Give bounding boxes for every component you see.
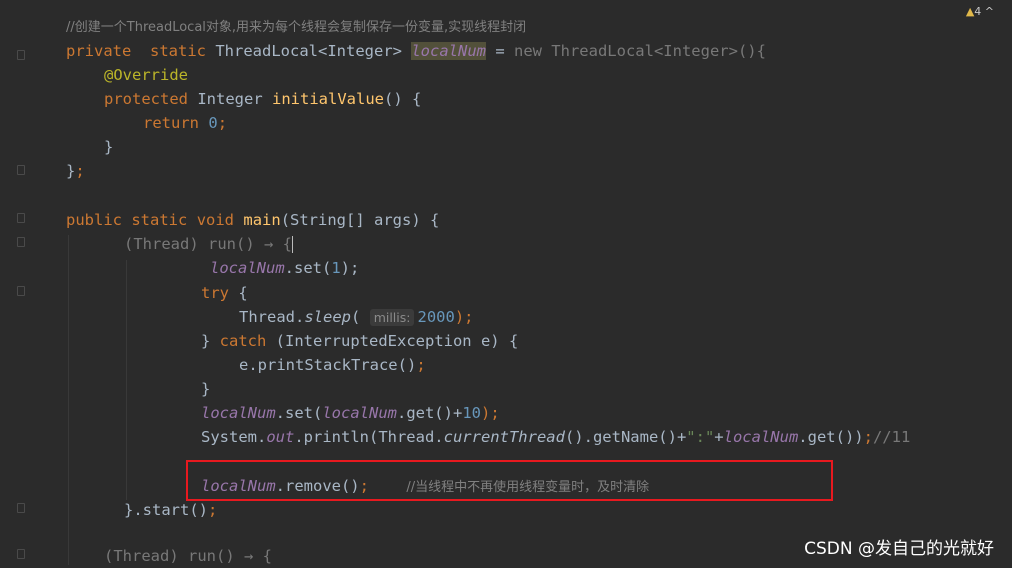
- text-cursor: [291, 236, 293, 253]
- keyword: protected: [104, 90, 188, 108]
- field-reference[interactable]: localNum: [210, 259, 285, 277]
- code-line[interactable]: private static ThreadLocal<Integer> loca…: [66, 39, 766, 63]
- semicolon: ;: [75, 162, 85, 180]
- code-line[interactable]: }: [201, 377, 210, 401]
- code-line[interactable]: protected Integer initialValue() {: [104, 87, 421, 111]
- code-line[interactable]: (Thread) run() → {: [124, 232, 293, 256]
- number: 1: [331, 259, 341, 277]
- code-line[interactable]: e.printStackTrace();: [239, 353, 426, 377]
- code-text: .set(: [275, 404, 323, 422]
- field-reference[interactable]: out: [266, 428, 294, 446]
- fold-marker-icon[interactable]: [17, 237, 25, 247]
- number: 10: [462, 404, 481, 422]
- annotation: @Override: [104, 66, 188, 84]
- method-name: initialValue: [272, 90, 384, 108]
- code-text: .get()): [798, 428, 864, 446]
- comment: //创建一个ThreadLocal对象,用来为每个线程会复制保存一份变量,实现线…: [66, 20, 527, 35]
- keyword: void: [196, 211, 235, 229]
- comment: //11: [872, 428, 911, 446]
- fold-marker-icon[interactable]: [17, 286, 25, 296]
- keyword: public: [66, 211, 122, 229]
- code-line[interactable]: Thread.sleep( millis: 2000);: [239, 305, 473, 329]
- semicolon: ;: [863, 428, 873, 446]
- keyword: catch: [219, 332, 267, 350]
- code-line[interactable]: }.start();: [124, 498, 217, 522]
- folded-lambda[interactable]: (Thread) run() → {: [124, 235, 292, 253]
- brace: }: [104, 138, 114, 156]
- code-line[interactable]: System.out.println(Thread.currentThread(…: [201, 425, 910, 449]
- fold-marker-icon[interactable]: [17, 549, 25, 559]
- code-text: ().getName()+: [564, 428, 687, 446]
- keyword: static: [131, 211, 188, 229]
- code-text: );: [454, 308, 474, 326]
- red-highlight-box: [186, 460, 833, 501]
- string-literal: ":": [686, 428, 715, 446]
- field-reference[interactable]: localNum: [411, 42, 486, 60]
- parameter-hint: millis:: [369, 309, 415, 326]
- code-text: );: [480, 404, 500, 422]
- code-line[interactable]: } catch (InterruptedException e) {: [201, 329, 518, 353]
- keyword: static: [150, 42, 206, 60]
- code-line[interactable]: try {: [201, 281, 248, 305]
- semicolon: ;: [208, 501, 218, 519]
- indent-guide: [126, 260, 127, 500]
- fold-marker-icon[interactable]: [17, 165, 25, 175]
- fold-marker-icon[interactable]: [17, 213, 25, 223]
- method-name: main: [243, 211, 281, 229]
- operator: =: [485, 42, 514, 60]
- code-line[interactable]: localNum.set(localNum.get()+10);: [201, 401, 500, 425]
- code-line[interactable]: @Override: [104, 63, 188, 87]
- code-text: () {: [383, 90, 422, 108]
- code-text: {: [229, 284, 248, 302]
- editor-gutter: [0, 0, 42, 565]
- brace: }: [201, 332, 220, 350]
- indent-guide: [68, 235, 69, 565]
- field-reference[interactable]: localNum: [201, 404, 276, 422]
- number: 2000: [417, 308, 455, 326]
- warning-count: 4: [974, 5, 982, 18]
- code-editor[interactable]: ▲4 ^ //创建一个ThreadLocal对象,用来为每个线程会复制保存一份变…: [0, 0, 1012, 565]
- watermark: CSDN @发自己的光就好: [804, 539, 994, 559]
- anonymous-class: new ThreadLocal<Integer>(){: [513, 42, 766, 60]
- brace: }: [66, 162, 76, 180]
- method-name: sleep: [304, 308, 351, 326]
- fold-marker-icon[interactable]: [17, 50, 25, 60]
- semicolon: ;: [217, 114, 228, 132]
- inspection-widget[interactable]: ▲4 ^: [966, 5, 994, 18]
- folded-lambda[interactable]: (Thread) run() → {: [104, 547, 272, 565]
- keyword: return: [143, 114, 199, 132]
- fold-marker-icon[interactable]: [17, 503, 25, 513]
- keyword: try: [201, 284, 229, 302]
- type: ThreadLocal<Integer>: [215, 42, 402, 60]
- code-text: e.printStackTrace(): [239, 356, 417, 374]
- code-text: (String[] args) {: [280, 211, 440, 229]
- code-text: System.: [201, 428, 267, 446]
- code-text: .get()+: [396, 404, 463, 422]
- field-reference[interactable]: localNum: [322, 404, 397, 422]
- code-text: .set(: [284, 259, 332, 277]
- code-text: }.start(): [124, 501, 208, 519]
- keyword: private: [66, 42, 132, 60]
- number: 0: [208, 114, 218, 132]
- code-line[interactable]: (Thread) run() → {: [104, 544, 272, 568]
- code-line[interactable]: return 0;: [143, 111, 227, 135]
- code-text: (InterruptedException e) {: [266, 332, 519, 350]
- code-line[interactable]: localNum.set(1);: [210, 256, 359, 280]
- code-line[interactable]: };: [66, 159, 85, 183]
- code-text: .println(Thread.: [294, 428, 444, 446]
- code-line[interactable]: public static void main(String[] args) {: [66, 208, 439, 232]
- code-text: Thread.: [239, 308, 305, 326]
- code-line[interactable]: }: [104, 135, 113, 159]
- previous-highlight-icon[interactable]: ^: [985, 5, 994, 18]
- type: Integer: [188, 90, 272, 108]
- brace: }: [201, 380, 211, 398]
- warning-icon: ▲: [965, 5, 975, 18]
- code-text: (: [351, 308, 361, 326]
- operator: +: [714, 428, 724, 446]
- code-text: );: [340, 259, 360, 277]
- field-reference[interactable]: localNum: [724, 428, 799, 446]
- code-line[interactable]: //创建一个ThreadLocal对象,用来为每个线程会复制保存一份变量,实现线…: [66, 14, 526, 38]
- semicolon: ;: [416, 356, 426, 374]
- method-name: currentThread: [443, 428, 565, 446]
